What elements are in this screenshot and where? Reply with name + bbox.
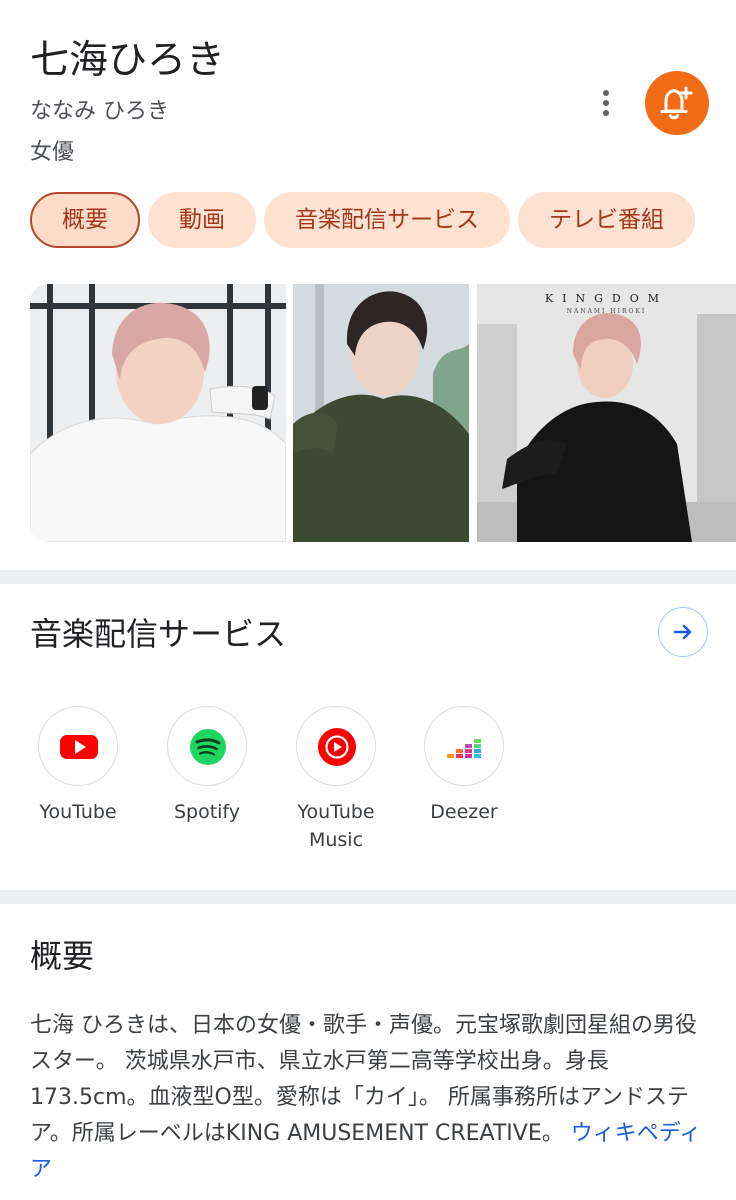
album-cover-photo — [477, 284, 736, 542]
section-divider — [0, 570, 736, 584]
service-icon-circle — [38, 706, 118, 786]
tab-music-services[interactable]: 音楽配信サービス — [264, 192, 510, 248]
overview-heading: 概要 — [30, 937, 95, 975]
service-icon-circle — [424, 706, 504, 786]
entity-occupation: 女優 — [30, 140, 75, 165]
entity-title: 七海ひろき — [30, 38, 226, 83]
service-label: Deezer — [430, 801, 498, 823]
service-label: Spotify — [173, 801, 241, 823]
service-youtube-music[interactable]: YouTube Music — [272, 706, 400, 854]
bell-plus-icon — [660, 86, 693, 120]
tab-videos[interactable]: 動画 — [148, 192, 256, 248]
entity-reading: ななみ ひろき — [30, 99, 169, 124]
service-deezer[interactable]: Deezer — [400, 706, 528, 826]
youtube-music-icon — [318, 728, 356, 766]
portrait-photo — [293, 284, 469, 542]
tab-tv-programs[interactable]: テレビ番組 — [518, 192, 695, 248]
overview-description: 七海 ひろきは、日本の女優・歌手・声優。元宝塚歌劇団星組の男役スター。 茨城県水… — [30, 1008, 710, 1188]
more-options-button[interactable] — [592, 86, 620, 120]
gallery-image[interactable]: KINGDOM NANAMI HIROKI — [477, 284, 736, 542]
spotify-icon — [190, 729, 226, 765]
service-icon-circle — [167, 706, 247, 786]
service-youtube[interactable]: YouTube — [14, 706, 142, 826]
portrait-photo — [30, 284, 286, 542]
deezer-icon — [447, 739, 481, 758]
music-services-more-button[interactable] — [658, 607, 708, 657]
follow-notification-button[interactable] — [645, 71, 709, 135]
service-spotify[interactable]: Spotify — [143, 706, 271, 826]
service-icon-circle — [296, 706, 376, 786]
music-services-heading: 音楽配信サービス — [30, 615, 287, 653]
section-divider — [0, 890, 736, 904]
more-vert-icon — [603, 90, 609, 96]
album-title: KINGDOM — [544, 292, 669, 305]
arrow-right-icon — [673, 624, 692, 640]
gallery-image[interactable] — [293, 284, 469, 542]
tab-overview[interactable]: 概要 — [30, 192, 140, 248]
service-label: YouTube — [39, 801, 117, 823]
album-subtitle: NANAMI HIROKI — [566, 308, 647, 315]
category-tabs: 概要 動画 音楽配信サービス テレビ番組 — [30, 192, 736, 250]
youtube-icon — [60, 735, 98, 759]
gallery-image[interactable] — [30, 284, 286, 542]
image-gallery: KINGDOM NANAMI HIROKI — [30, 284, 736, 542]
service-label: YouTube Music — [297, 801, 375, 851]
